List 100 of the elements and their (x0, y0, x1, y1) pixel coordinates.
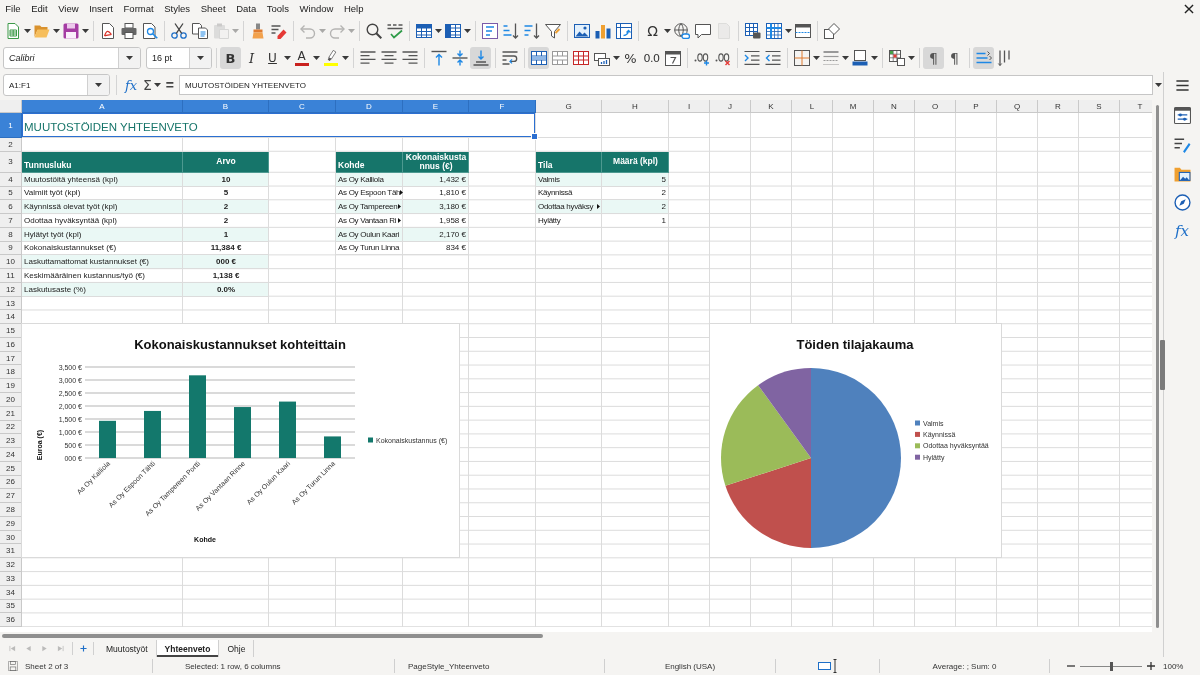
row-header[interactable]: 18 (0, 365, 22, 380)
scrollbar-thumb[interactable] (2, 634, 543, 638)
align-bottom-button[interactable] (470, 47, 491, 69)
caret-icon (463, 29, 471, 33)
close-document-button[interactable] (1184, 4, 1194, 14)
font-color-button[interactable]: A (291, 47, 312, 69)
special-character-button[interactable]: Ω (642, 20, 663, 42)
menu-item[interactable]: Help (338, 1, 369, 17)
menu-item[interactable]: View (52, 1, 84, 17)
column-header[interactable]: B (183, 100, 269, 113)
row-header[interactable]: 27 (0, 489, 22, 504)
sheet-tab[interactable]: Ohje (219, 640, 255, 657)
formula-button[interactable]: = (163, 75, 177, 95)
font-name-combobox[interactable]: Calibri (3, 47, 141, 69)
row-header[interactable]: 11 (0, 269, 22, 283)
column-header[interactable]: N (874, 100, 915, 113)
right-to-left-button[interactable]: ¶ (944, 47, 965, 69)
row-header[interactable]: 19 (0, 379, 22, 393)
row-header[interactable]: 20 (0, 393, 22, 407)
function-wizard-button[interactable]: fx (122, 75, 140, 95)
row-header[interactable]: 23 (0, 434, 22, 449)
row-header[interactable]: 28 (0, 503, 22, 517)
column-header[interactable]: M (833, 100, 874, 113)
row-header[interactable]: 7 (0, 214, 22, 228)
scrollbar-thumb[interactable] (1156, 105, 1159, 628)
menu-item[interactable]: Sheet (195, 1, 231, 17)
row-header[interactable]: 32 (0, 558, 22, 572)
dropdown-button[interactable] (118, 48, 140, 68)
column-header[interactable]: A (22, 100, 183, 113)
conditional-button[interactable] (886, 47, 907, 69)
fill-handle-icon[interactable] (531, 133, 538, 140)
row-header[interactable]: 31 (0, 544, 22, 559)
pivot-table-button[interactable] (613, 20, 634, 42)
italic-button[interactable]: I (241, 47, 262, 69)
sort-button[interactable] (479, 20, 500, 42)
caret-icon (784, 29, 792, 33)
dropdown-button[interactable] (189, 48, 211, 68)
column-header[interactable]: J (710, 100, 751, 113)
menu-item[interactable]: Styles (158, 1, 196, 17)
sheet-tab[interactable]: Yhteenveto (156, 640, 220, 657)
row-header[interactable]: 24 (0, 448, 22, 462)
navigator-button[interactable] (1171, 191, 1193, 213)
row-header[interactable]: 15 (0, 324, 22, 338)
row-header[interactable]: 6 (0, 200, 22, 215)
percent-button[interactable]: % (620, 47, 641, 69)
column-header[interactable]: L (792, 100, 833, 113)
cut-button[interactable] (168, 20, 189, 42)
row-header[interactable]: 10 (0, 255, 22, 270)
hyperlink-button[interactable] (671, 20, 692, 42)
column-header[interactable]: G (536, 100, 602, 113)
row-header[interactable]: 14 (0, 310, 22, 325)
font-size-combobox[interactable]: 16 pt (146, 47, 212, 69)
column-header[interactable]: S (1079, 100, 1120, 113)
menu-item[interactable]: Data (230, 1, 262, 17)
lines-pen-icon (1173, 135, 1191, 153)
bold-button[interactable]: B (220, 47, 241, 69)
sum-button[interactable]: Σ (141, 75, 154, 95)
sidebar-resize-handle[interactable] (1160, 340, 1165, 390)
dropdown-button[interactable] (87, 75, 109, 95)
print-area-button[interactable] (742, 20, 763, 42)
column-header[interactable]: I (669, 100, 710, 113)
row-header[interactable]: 2 (0, 138, 22, 152)
properties-button[interactable] (1171, 104, 1193, 126)
menu-item[interactable]: File (0, 1, 26, 17)
column-header[interactable]: R (1038, 100, 1079, 113)
underline-button[interactable]: U (262, 47, 283, 69)
borders-button[interactable] (791, 47, 812, 69)
row-header[interactable]: 3 (0, 151, 22, 173)
selection-status: Selected: 1 row, 6 columns (185, 661, 281, 671)
menu-item[interactable]: Format (118, 1, 159, 17)
column-header[interactable]: E (403, 100, 469, 113)
row-header[interactable]: 1 (0, 113, 22, 138)
menu-item[interactable]: Window (294, 1, 339, 17)
column-header[interactable]: O (915, 100, 956, 113)
column-header[interactable]: D (336, 100, 403, 113)
number-button[interactable]: 0.0 (641, 47, 662, 69)
freeze-button[interactable] (763, 20, 784, 42)
column-header[interactable]: F (469, 100, 536, 113)
menu-item[interactable]: Insert (83, 1, 119, 17)
column-header[interactable]: H (602, 100, 669, 113)
column-header[interactable]: Q (997, 100, 1038, 113)
shapes-button[interactable] (821, 20, 842, 42)
menu-item[interactable]: Tools (261, 1, 295, 17)
functions-button[interactable]: fx (1171, 220, 1193, 242)
bar (99, 420, 116, 458)
sheet-tab[interactable]: Muutostyöt (98, 640, 157, 657)
merge-center-button[interactable] (528, 47, 549, 69)
zoom-in-button[interactable] (1144, 659, 1158, 673)
left-to-right-button[interactable]: ¶ (923, 47, 944, 69)
column-header[interactable]: C (269, 100, 336, 113)
horizontal-text-button[interactable] (973, 47, 994, 69)
name-box[interactable]: A1:F1 (3, 74, 110, 96)
column-header[interactable]: P (956, 100, 997, 113)
menu-item[interactable]: Edit (25, 1, 53, 17)
row-header[interactable]: 36 (0, 613, 22, 628)
copy-button[interactable] (189, 20, 210, 42)
column-header[interactable]: K (751, 100, 792, 113)
formula-input-field[interactable]: MUUTOSTÖIDEN YHTEENVETO (179, 75, 1154, 95)
zoom-slider-thumb[interactable] (1110, 661, 1113, 671)
column-header[interactable]: T (1120, 100, 1152, 113)
